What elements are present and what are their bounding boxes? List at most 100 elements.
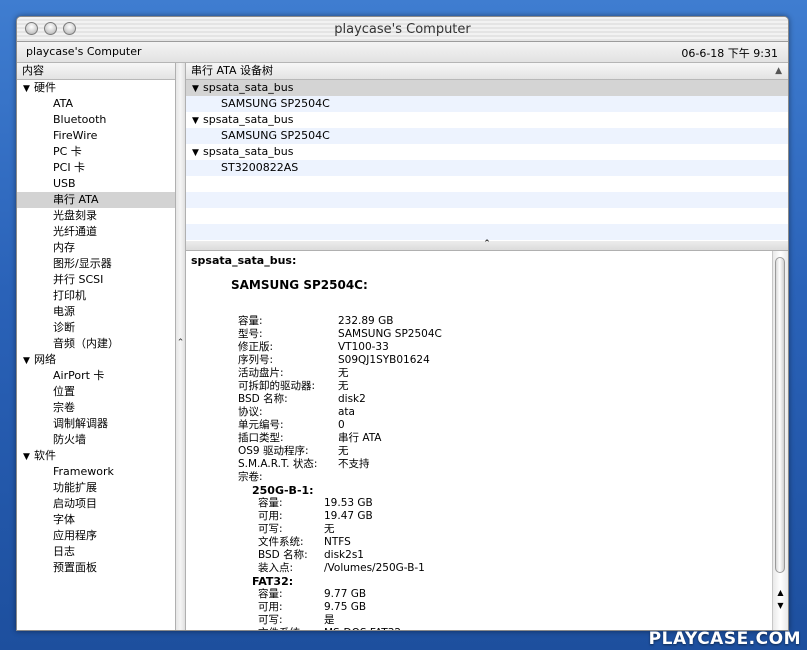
disclosure-triangle-icon[interactable]: ▼ (192, 145, 203, 161)
sidebar-item-label: 音频（内建） (53, 337, 119, 350)
scroll-thumb[interactable] (775, 257, 785, 573)
property-value: ata (338, 406, 355, 418)
vertical-splitter[interactable]: ⌃ (176, 63, 186, 630)
sidebar-category[interactable]: ▼ 硬件 (17, 80, 175, 96)
device-tree-header[interactable]: 串行 ATA 设备树 ▲ (186, 63, 788, 80)
scroll-up-icon[interactable]: ▲ (773, 588, 788, 597)
device-tree-disk-row[interactable]: ST3200822AS (186, 160, 788, 176)
sidebar-item[interactable]: PC 卡 (17, 144, 175, 160)
property-key: 单元编号: (238, 419, 284, 431)
property-value: 9.77 GB (324, 588, 367, 600)
device-tree-bus-row[interactable]: ▼ spsata_sata_bus (186, 80, 788, 96)
property-key: 容量: (258, 588, 283, 600)
sidebar-item[interactable]: 电源 (17, 304, 175, 320)
sidebar-item[interactable]: 串行 ATA (17, 192, 175, 208)
sidebar-item[interactable]: Framework (17, 464, 175, 480)
property-value: 9.75 GB (324, 601, 367, 613)
sidebar-item-label: 启动项目 (53, 497, 97, 510)
sidebar-item[interactable]: 并行 SCSI (17, 272, 175, 288)
sidebar-item[interactable]: 音频（内建） (17, 336, 175, 352)
property-key: S.M.A.R.T. 状态: (238, 458, 318, 470)
sidebar-item[interactable]: 防火墙 (17, 432, 175, 448)
device-tree-bus-row[interactable]: ▼ spsata_sata_bus (186, 112, 788, 128)
sidebar-item-label: Bluetooth (53, 113, 107, 126)
sidebar-item[interactable]: FireWire (17, 128, 175, 144)
sidebar-item[interactable]: 日志 (17, 544, 175, 560)
sidebar-item[interactable]: 打印机 (17, 288, 175, 304)
details-bus-title: spsata_sata_bus: (191, 254, 297, 267)
sidebar-category[interactable]: ▼ 网络 (17, 352, 175, 368)
sidebar-item[interactable]: 功能扩展 (17, 480, 175, 496)
sidebar-item[interactable]: 预置面板 (17, 560, 175, 576)
sidebar-item[interactable]: 位置 (17, 384, 175, 400)
sidebar-item[interactable]: ATA (17, 96, 175, 112)
sidebar-item-label: 宗卷 (53, 401, 75, 414)
device-tree-empty-row (186, 176, 788, 192)
property-key: 型号: (238, 328, 263, 340)
sidebar-item-label: 串行 ATA (53, 193, 99, 206)
sidebar-item-label: 图形/显示器 (53, 257, 112, 270)
sidebar-item[interactable]: 图形/显示器 (17, 256, 175, 272)
sidebar-item-label: 软件 (34, 449, 56, 462)
watermark-text: PLAYCASE.COM (648, 629, 801, 649)
property-key: 文件系统: (258, 627, 304, 630)
sidebar-item[interactable]: 诊断 (17, 320, 175, 336)
sidebar-item-label: Framework (53, 465, 114, 478)
sidebar-item[interactable]: 启动项目 (17, 496, 175, 512)
sidebar-list: ▼ 硬件 ATA Bluetooth FireWire PC 卡 PCI 卡 USB 串行 AT… (17, 80, 175, 576)
timestamp: 06-6-18 下午 9:31 (681, 47, 778, 60)
sidebar-item[interactable]: Bluetooth (17, 112, 175, 128)
sidebar-item-label: 打印机 (53, 289, 86, 302)
sidebar-item-label: 电源 (53, 305, 75, 318)
device-tree-disk-row[interactable]: SAMSUNG SP2504C (186, 128, 788, 144)
sidebar-item[interactable]: 应用程序 (17, 528, 175, 544)
property-value: /Volumes/250G-B-1 (324, 562, 425, 574)
sidebar-item-label: 日志 (53, 545, 75, 558)
property-value: SAMSUNG SP2504C (338, 328, 442, 340)
horizontal-splitter[interactable]: ⌃ (186, 239, 788, 251)
sort-ascending-icon[interactable]: ▲ (775, 63, 782, 79)
details-pane: spsata_sata_bus: SAMSUNG SP2504C: 容量: 232… (186, 251, 788, 630)
sidebar-item[interactable]: 内存 (17, 240, 175, 256)
sidebar-item[interactable]: 光纤通道 (17, 224, 175, 240)
property-value: 19.47 GB (324, 510, 373, 522)
sidebar-item[interactable]: 光盘刻录 (17, 208, 175, 224)
sidebar-item[interactable]: AirPort 卡 (17, 368, 175, 384)
disclosure-triangle-icon[interactable]: ▼ (23, 353, 34, 369)
disclosure-triangle-icon[interactable]: ▼ (192, 81, 203, 97)
contents-sidebar: 内容 ▼ 硬件 ATA Bluetooth FireWire PC 卡 PCI 卡 USB 串行… (17, 63, 176, 630)
property-value: VT100-33 (338, 341, 389, 353)
device-tree-list: ▼ spsata_sata_bus SAMSUNG SP2504C ▼ spsata_s… (186, 80, 788, 240)
property-value: NTFS (324, 536, 351, 548)
device-tree-disk-row[interactable]: SAMSUNG SP2504C (186, 96, 788, 112)
device-tree-row-label: spsata_sata_bus (203, 81, 294, 94)
sidebar-item[interactable]: PCI 卡 (17, 160, 175, 176)
sidebar-item-label: 功能扩展 (53, 481, 97, 494)
scroll-down-icon[interactable]: ▼ (773, 601, 788, 610)
property-key: OS9 驱动程序: (238, 445, 309, 457)
details-scrollbar[interactable]: ▲ ▼ (772, 251, 788, 630)
title-bar[interactable]: playcase's Computer (17, 17, 788, 42)
device-tree-row-label: SAMSUNG SP2504C (221, 97, 330, 110)
sidebar-item[interactable]: USB (17, 176, 175, 192)
disclosure-triangle-icon[interactable]: ▼ (23, 81, 34, 97)
sidebar-item-label: PCI 卡 (53, 161, 86, 174)
splitter-grip-icon[interactable]: ⌃ (176, 338, 185, 348)
property-key: 修正版: (238, 341, 274, 353)
property-key: BSD 名称: (258, 549, 308, 561)
sidebar-item-label: AirPort 卡 (53, 369, 105, 382)
hsplit-grip-icon[interactable]: ⌃ (186, 239, 788, 249)
volume-heading: 250G-B-1: (252, 484, 314, 497)
property-value: 不支持 (338, 458, 370, 470)
sidebar-item-label: ATA (53, 97, 74, 110)
device-tree-bus-row[interactable]: ▼ spsata_sata_bus (186, 144, 788, 160)
sidebar-item[interactable]: 调制解调器 (17, 416, 175, 432)
disclosure-triangle-icon[interactable]: ▼ (23, 449, 34, 465)
disclosure-triangle-icon[interactable]: ▼ (192, 113, 203, 129)
property-key: 装入点: (258, 562, 294, 574)
volume-heading: FAT32: (252, 575, 294, 588)
sidebar-item-label: 防火墙 (53, 433, 86, 446)
sidebar-category[interactable]: ▼ 软件 (17, 448, 175, 464)
sidebar-item[interactable]: 宗卷 (17, 400, 175, 416)
sidebar-item[interactable]: 字体 (17, 512, 175, 528)
